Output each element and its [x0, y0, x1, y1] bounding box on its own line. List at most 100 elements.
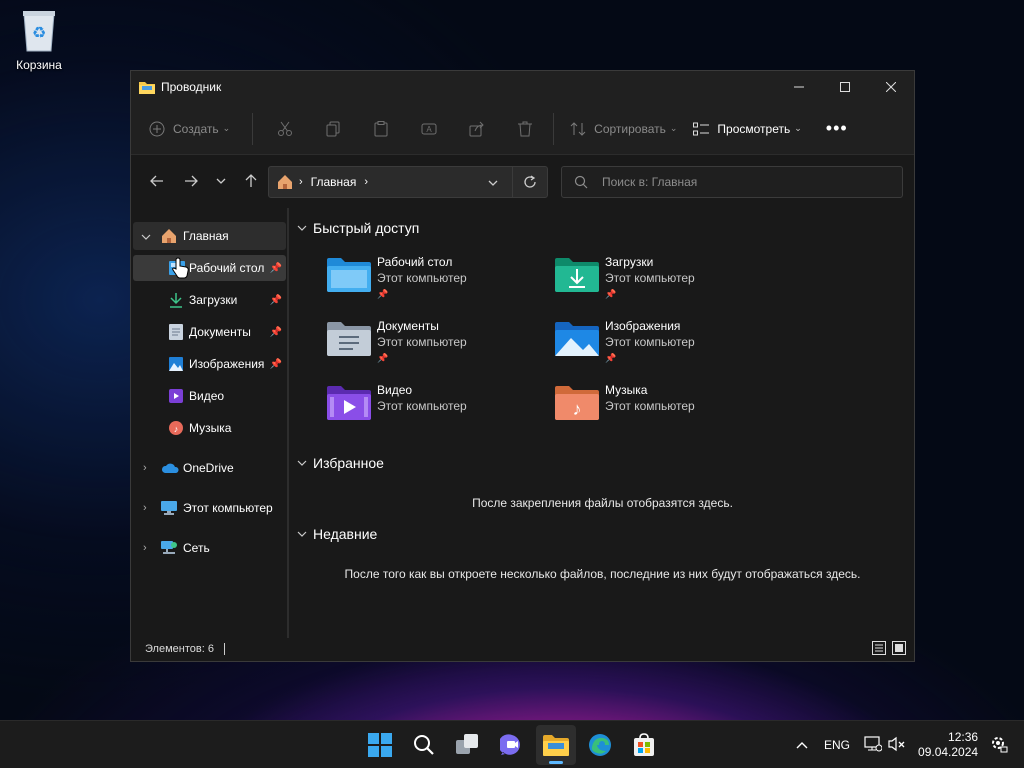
details-view-icon[interactable]	[872, 640, 886, 658]
sidebar-item-music[interactable]: ♪ Музыка	[133, 415, 286, 441]
sidebar-item-label: Загрузки	[189, 293, 238, 307]
sort-button[interactable]: Сортировать ⌄	[570, 113, 677, 145]
sidebar-item-videos[interactable]: Видео	[133, 383, 286, 409]
search-icon	[414, 735, 434, 755]
create-button[interactable]: Создать ⌄	[149, 113, 230, 145]
quick-access-tile-documents[interactable]: Документы Этот компьютер 📌	[327, 318, 537, 368]
refresh-icon[interactable]	[512, 167, 537, 197]
tile-location: Этот компьютер	[377, 335, 467, 349]
sidebar-item-label: Рабочий стол	[189, 261, 265, 275]
sidebar-item-label: Музыка	[189, 421, 232, 435]
up-button[interactable]	[235, 165, 267, 197]
cut-icon[interactable]	[271, 113, 299, 145]
chevron-right-icon[interactable]: ›	[143, 542, 153, 554]
pin-icon: 📌	[605, 353, 617, 363]
network-status-icon[interactable]	[864, 735, 883, 755]
chevron-down-icon[interactable]	[141, 229, 153, 243]
sidebar-item-onedrive[interactable]: › OneDrive	[133, 455, 286, 481]
network-icon	[161, 541, 177, 554]
view-button[interactable]: Просмотреть ⌄	[693, 113, 802, 145]
file-explorer-window: Проводник Создать ⌄ A Сортировать ⌄ Прос…	[130, 70, 915, 662]
hand-cursor-icon	[172, 257, 190, 283]
pin-icon[interactable]: 📌	[270, 359, 282, 370]
window-title: Проводник	[161, 80, 222, 94]
minimize-button[interactable]	[776, 71, 822, 103]
rename-icon[interactable]: A	[415, 113, 443, 145]
sidebar-item-desktop[interactable]: Рабочий стол 📌	[133, 255, 286, 281]
search-box[interactable]: Поиск в: Главная	[561, 166, 903, 198]
chevron-right-icon[interactable]: ›	[143, 502, 153, 514]
copy-icon[interactable]	[319, 113, 347, 145]
address-dropdown-icon[interactable]	[488, 175, 498, 189]
svg-text:♪: ♪	[174, 424, 179, 434]
pin-icon: 📌	[377, 353, 389, 363]
pictures-icon	[169, 357, 183, 371]
chevron-up-icon[interactable]	[790, 738, 814, 752]
sidebar-item-documents[interactable]: Документы 📌	[133, 319, 286, 345]
favorites-header[interactable]: Избранное	[297, 455, 384, 471]
back-button[interactable]	[141, 165, 173, 197]
sidebar-item-label: Этот компьютер	[183, 501, 273, 515]
recent-locations-button[interactable]	[205, 165, 237, 197]
address-bar[interactable]: › Главная ›	[268, 166, 548, 198]
sidebar-item-downloads[interactable]: Загрузки 📌	[133, 287, 286, 313]
tile-location: Этот компьютер	[605, 271, 695, 285]
start-button[interactable]	[360, 725, 400, 765]
store-button[interactable]	[624, 725, 664, 765]
chevron-right-icon[interactable]: ›	[143, 462, 153, 474]
tiles-view-icon[interactable]	[892, 640, 906, 658]
chevron-down-icon	[297, 531, 307, 537]
recycle-bin-desktop-icon[interactable]: ♻ Корзина	[10, 8, 68, 72]
paste-icon[interactable]	[367, 113, 395, 145]
quick-access-tile-videos[interactable]: Видео Этот компьютер	[327, 382, 537, 432]
quick-access-tile-desktop[interactable]: Рабочий стол Этот компьютер 📌	[327, 254, 537, 304]
plus-circle-icon	[149, 121, 165, 136]
tile-name: Загрузки	[605, 255, 654, 269]
quick-access-tile-pictures[interactable]: Изображения Этот компьютер 📌	[555, 318, 765, 368]
status-bar: Элементов: 6	[131, 637, 914, 661]
more-options-button[interactable]: •••	[826, 113, 848, 145]
edge-button[interactable]	[580, 725, 620, 765]
title-bar[interactable]: Проводник	[131, 71, 914, 103]
taskbar: ENG 12:36 09.04.2024	[0, 720, 1024, 768]
sidebar-item-label: Видео	[189, 389, 225, 403]
tile-name: Музыка	[605, 383, 648, 397]
delete-icon[interactable]	[511, 113, 539, 145]
quick-access-tile-music[interactable]: ♪ Музыка Этот компьютер	[555, 382, 765, 432]
volume-muted-icon[interactable]	[888, 736, 906, 755]
recent-header[interactable]: Недавние	[297, 526, 377, 542]
share-icon[interactable]	[463, 113, 491, 145]
file-explorer-taskbar-button[interactable]	[536, 725, 576, 765]
sidebar-item-label: Изображения	[189, 357, 265, 371]
sidebar-item-this-pc[interactable]: › Этот компьютер	[133, 495, 286, 521]
pin-icon[interactable]: 📌	[270, 295, 282, 306]
pin-icon[interactable]: 📌	[270, 263, 282, 274]
pin-icon[interactable]: 📌	[270, 327, 282, 338]
section-title: Быстрый доступ	[313, 220, 420, 236]
chat-button[interactable]	[492, 725, 532, 765]
sidebar-item-network[interactable]: › Сеть	[133, 535, 286, 561]
maximize-button[interactable]	[822, 71, 868, 103]
document-icon	[169, 324, 183, 340]
forward-button[interactable]	[175, 165, 207, 197]
clock[interactable]: 12:36 09.04.2024	[918, 730, 978, 760]
sort-label: Сортировать	[594, 121, 666, 136]
quick-access-header[interactable]: Быстрый доступ	[297, 220, 419, 236]
section-title: Избранное	[313, 455, 384, 471]
create-label: Создать	[173, 121, 219, 136]
language-indicator[interactable]: ENG	[824, 738, 850, 752]
close-button[interactable]	[868, 71, 914, 103]
clock-time: 12:36	[948, 730, 979, 744]
task-view-button[interactable]	[448, 725, 488, 765]
task-view-icon	[456, 734, 478, 754]
music-folder-icon: ♪	[555, 386, 599, 420]
recycle-bin-icon: ♻	[21, 8, 57, 52]
breadcrumb-home[interactable]: Главная	[311, 175, 357, 189]
sidebar-item-home[interactable]: Главная	[133, 222, 286, 250]
sidebar-item-pictures[interactable]: Изображения 📌	[133, 351, 286, 377]
search-taskbar-button[interactable]	[404, 725, 444, 765]
chevron-down-icon	[297, 225, 307, 231]
notification-settings-icon[interactable]	[990, 735, 1008, 756]
quick-access-tile-downloads[interactable]: Загрузки Этот компьютер 📌	[555, 254, 765, 304]
video-icon	[169, 389, 183, 403]
